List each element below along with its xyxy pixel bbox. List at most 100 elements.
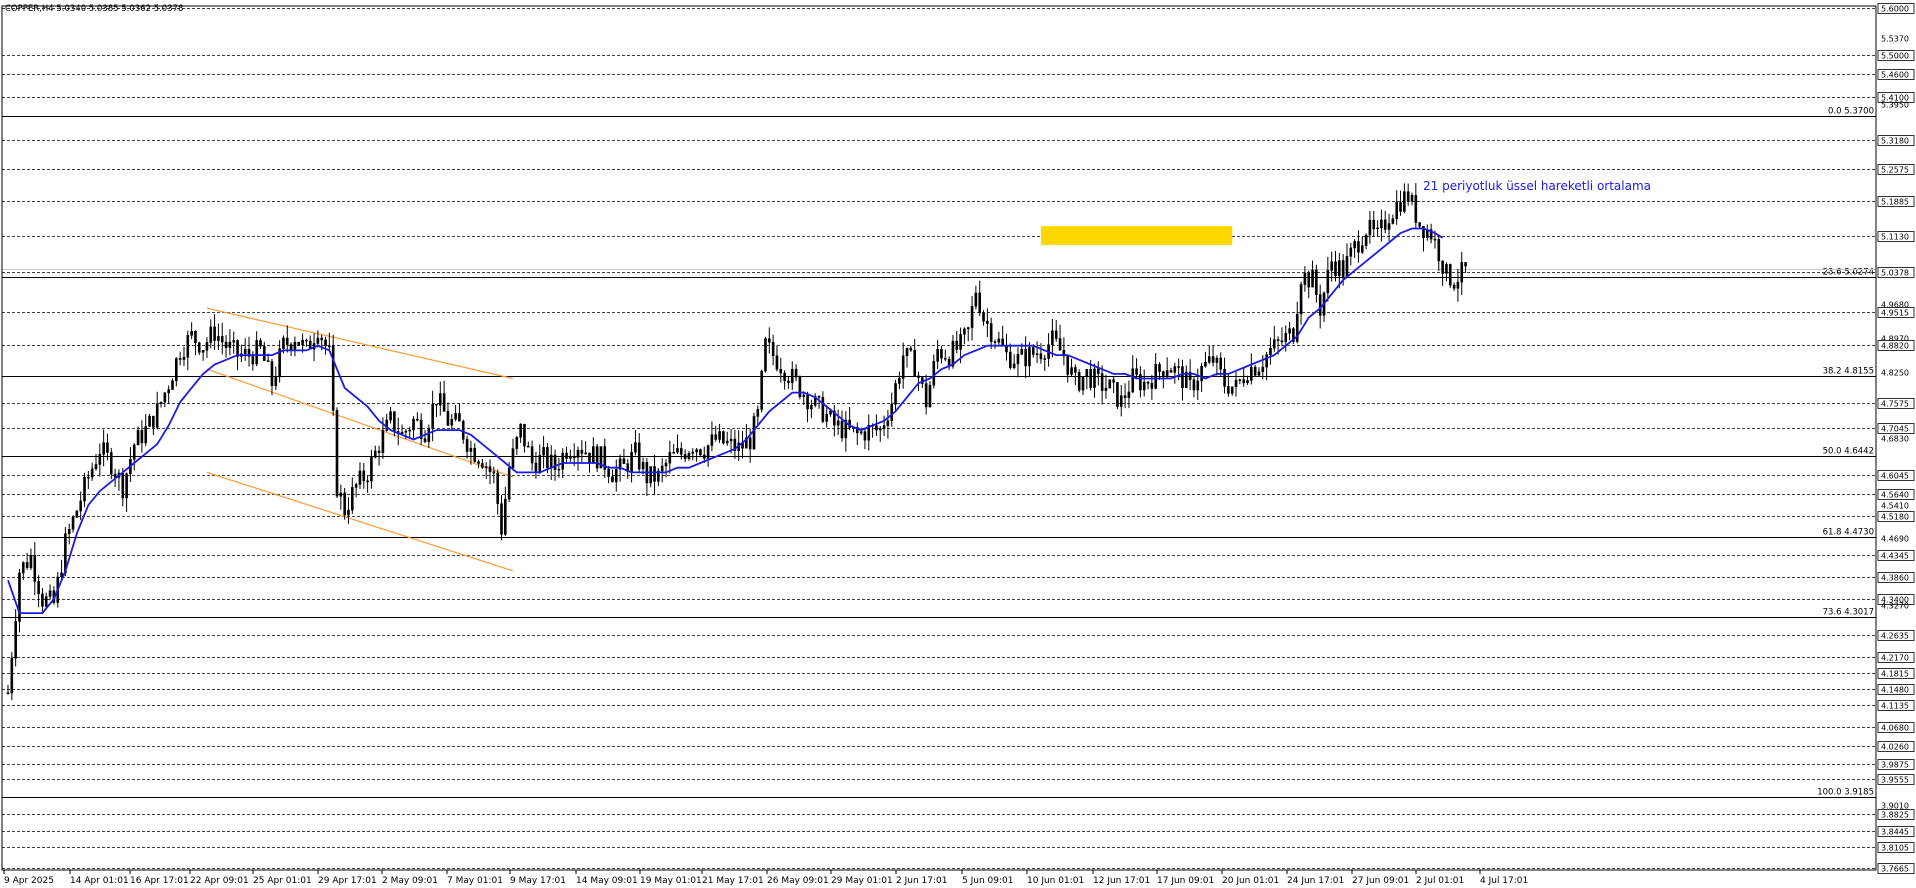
y-tick-label: 5.4600 [1881, 71, 1909, 80]
candle-body [553, 454, 557, 470]
candle-body [274, 376, 278, 387]
candle-body [1387, 223, 1391, 230]
candle-body [997, 338, 1001, 343]
candle-body [178, 358, 182, 360]
candle-body [928, 384, 932, 408]
candle-body [783, 372, 786, 382]
candle-body [1211, 356, 1215, 363]
x-tick-label: 22 Apr 09:01 [190, 876, 249, 886]
candle-body [328, 345, 331, 348]
candle-body [1077, 372, 1081, 391]
candle-body [595, 446, 599, 469]
candle-body [1066, 355, 1070, 375]
candle-body [1345, 256, 1349, 277]
candle-body [1051, 330, 1054, 345]
x-tick-label: 26 May 09:01 [767, 876, 829, 886]
candle-body [649, 466, 653, 484]
candle-body [98, 454, 102, 465]
candle-body [381, 430, 385, 453]
candle-body [431, 404, 434, 430]
candle-body [190, 330, 193, 336]
candle-body [182, 356, 186, 360]
candle-body [1043, 358, 1047, 360]
x-tick-label: 19 May 01:01 [640, 876, 702, 886]
y-tick-label: 4.5410 [1881, 502, 1909, 511]
candle-body [1219, 357, 1223, 370]
x-tick-label: 25 Apr 01:01 [253, 876, 312, 886]
candle-body [607, 469, 610, 477]
candle-body [1326, 270, 1330, 294]
candle-body [370, 457, 373, 482]
candle-body [1158, 364, 1161, 372]
x-tick-label: 21 May 17:01 [702, 876, 764, 886]
x-tick-label: 27 Jun 09:01 [1352, 876, 1409, 886]
candle-body [901, 355, 905, 379]
y-tick-label: 4.5640 [1881, 491, 1909, 500]
candle-body [79, 500, 82, 512]
candle-body [1276, 339, 1280, 341]
candle-body [614, 469, 618, 483]
candle-body [1085, 369, 1089, 378]
candle-body [83, 477, 86, 502]
candle-body [293, 341, 297, 350]
candle-body [1196, 380, 1200, 391]
candle-body [802, 394, 806, 398]
candle-body [1131, 368, 1135, 393]
candle-body [787, 380, 790, 384]
fib-label: 50.0 4.6442 [1823, 447, 1874, 457]
candle-body [446, 411, 450, 426]
candle-body [423, 438, 427, 443]
candle-body [102, 442, 105, 455]
candle-body [1020, 349, 1024, 355]
candle-body [557, 468, 561, 471]
candle-body [1200, 365, 1203, 382]
candle-body [817, 396, 821, 398]
candle-body [1204, 362, 1207, 367]
candle-body [1100, 373, 1104, 391]
candle-body [41, 593, 44, 607]
candle-body [1441, 260, 1444, 274]
candle-body [1364, 234, 1368, 246]
candle-body [481, 463, 484, 468]
candle-body [909, 347, 913, 351]
candle-body [974, 292, 978, 307]
chart-header: COPPER,H4 5.0340 5.0385 5.0362 5.0378 [5, 4, 183, 14]
y-tick-label: 4.1135 [1881, 702, 1909, 711]
candle-body [1445, 264, 1448, 274]
candle-body [1116, 382, 1119, 407]
y-tick-label: 5.5000 [1881, 52, 1909, 61]
ema-annotation: 21 periyotluk üssel hareketli ortalama [1423, 179, 1651, 193]
candle-body [163, 392, 167, 403]
candle-body [511, 448, 515, 469]
candle-body [771, 342, 775, 357]
y-tick-label: 4.8820 [1881, 342, 1909, 351]
candle-body [905, 347, 909, 357]
candle-body [144, 426, 148, 444]
x-tick-label: 2 Jun 17:01 [896, 876, 947, 886]
candle-body [637, 442, 641, 470]
y-tick-label: 4.6830 [1881, 435, 1909, 444]
candle-body [1360, 245, 1364, 253]
candle-body [1104, 387, 1108, 391]
candle-body [702, 454, 706, 459]
candle-body [1012, 363, 1016, 368]
candle-body [343, 492, 346, 516]
candle-body [959, 334, 962, 350]
candle-body [194, 330, 197, 344]
candle-body [1223, 368, 1226, 387]
candle-body [266, 360, 270, 362]
candle-body [1108, 379, 1112, 389]
candle-body [768, 338, 771, 343]
candle-body [634, 442, 637, 453]
candle-body [1016, 353, 1020, 365]
candle-body [695, 449, 698, 453]
candle-body [377, 450, 381, 453]
candle-body [461, 420, 465, 440]
candle-body [1380, 219, 1383, 229]
candle-body [220, 336, 224, 343]
candle-body [1368, 219, 1372, 236]
candle-body [454, 413, 457, 420]
candle-body [1456, 281, 1460, 289]
candle-body [435, 404, 438, 406]
candle-body [301, 339, 304, 346]
